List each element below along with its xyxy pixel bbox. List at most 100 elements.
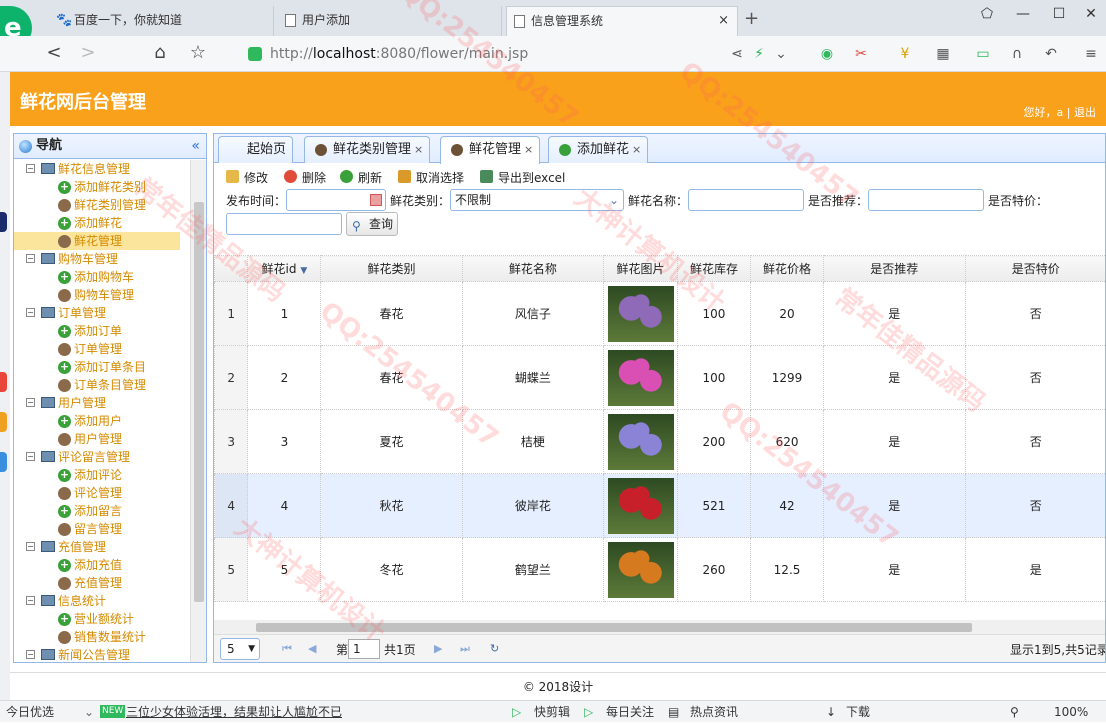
- home-icon[interactable]: ⌂: [148, 42, 172, 63]
- shirt-skin-icon[interactable]: ⬠: [976, 6, 998, 22]
- column-header[interactable]: 鲜花名称: [462, 256, 603, 282]
- nav-group[interactable]: −用户管理: [14, 394, 192, 412]
- nav-item[interactable]: 订单条目管理: [14, 376, 192, 394]
- first-page-icon[interactable]: ⏮: [282, 643, 292, 655]
- side-app-icon[interactable]: [0, 452, 7, 472]
- nav-item[interactable]: +添加鲜花类别: [14, 178, 192, 196]
- main-tab[interactable]: 鲜花类别管理×: [304, 136, 430, 163]
- status-item-hotnews[interactable]: 热点资讯: [690, 701, 738, 723]
- zoom-level[interactable]: 100%: [1054, 701, 1088, 723]
- nav-item[interactable]: 购物车管理: [14, 286, 192, 304]
- main-tab[interactable]: 添加鲜花×: [548, 136, 648, 163]
- nav-item[interactable]: +添加订单条目: [14, 358, 192, 376]
- new-tab-button[interactable]: +: [744, 8, 759, 29]
- nav-item[interactable]: 鲜花类别管理: [14, 196, 192, 214]
- battery-icon[interactable]: ▭: [974, 45, 992, 63]
- column-header[interactable]: 鲜花库存: [677, 256, 750, 282]
- nav-item[interactable]: +营业额统计: [14, 610, 192, 628]
- refresh-button[interactable]: 刷新: [340, 169, 382, 186]
- browser-tab-user-add[interactable]: 用户添加: [278, 6, 502, 36]
- headphones-icon[interactable]: ∩: [1008, 45, 1026, 63]
- column-header[interactable]: 鲜花图片: [604, 256, 678, 282]
- nav-item[interactable]: 留言管理: [14, 520, 192, 538]
- table-row[interactable]: 33夏花桔梗200620是否: [215, 410, 1106, 474]
- nav-item[interactable]: +添加用户: [14, 412, 192, 430]
- headline-link[interactable]: 三位少女体验活埋，结果却让人尴尬不已: [126, 701, 342, 723]
- column-header[interactable]: 鲜花类别: [321, 256, 462, 282]
- nav-group[interactable]: −信息统计: [14, 592, 192, 610]
- apps-grid-icon[interactable]: ▦: [934, 45, 952, 63]
- delete-button[interactable]: 删除: [284, 169, 326, 186]
- nav-group[interactable]: −订单管理: [14, 304, 192, 322]
- last-page-icon[interactable]: ⏭: [460, 643, 470, 655]
- column-header[interactable]: 鲜花id ▼: [248, 256, 321, 282]
- side-app-icon[interactable]: [0, 372, 7, 392]
- tree-toggle-icon[interactable]: −: [26, 398, 35, 407]
- side-app-icon[interactable]: [0, 212, 7, 232]
- nav-item[interactable]: +添加购物车: [14, 268, 192, 286]
- tree-toggle-icon[interactable]: −: [26, 308, 35, 317]
- table-row[interactable]: 22春花蝴蝶兰1001299是否: [215, 346, 1106, 410]
- lightning-icon[interactable]: ⚡: [750, 45, 768, 63]
- chevron-down-icon[interactable]: ⌄: [772, 45, 790, 63]
- browser-tab-info-system[interactable]: 信息管理系统 ×: [506, 6, 738, 36]
- unselect-button[interactable]: 取消选择: [398, 169, 464, 186]
- calendar-icon[interactable]: [370, 194, 382, 206]
- edit-button[interactable]: 修改: [226, 169, 268, 186]
- nav-group[interactable]: −购物车管理: [14, 250, 192, 268]
- close-tab-icon[interactable]: ×: [632, 143, 641, 156]
- star-icon[interactable]: ☆: [186, 42, 210, 63]
- close-tab-icon[interactable]: ×: [414, 143, 423, 156]
- chevron-down-icon[interactable]: ⌄: [609, 190, 619, 210]
- nav-group[interactable]: −充值管理: [14, 538, 192, 556]
- table-row[interactable]: 55冬花鹤望兰26012.5是是: [215, 538, 1106, 602]
- nav-item[interactable]: +添加鲜花: [14, 214, 192, 232]
- nav-group[interactable]: −评论留言管理: [14, 448, 192, 466]
- status-item-daily[interactable]: 每日关注: [606, 701, 654, 723]
- tree-toggle-icon[interactable]: −: [26, 596, 35, 605]
- status-item-download[interactable]: 下载: [846, 701, 870, 723]
- url-input[interactable]: http://localhost:8080/flower/main.jsp: [242, 41, 722, 67]
- table-row[interactable]: 44秋花彼岸花52142是否: [215, 474, 1106, 538]
- nav-item[interactable]: 鲜花管理: [14, 232, 180, 250]
- nav-item[interactable]: +添加订单: [14, 322, 192, 340]
- nav-item[interactable]: 订单管理: [14, 340, 192, 358]
- minimize-icon[interactable]: —: [1012, 6, 1034, 22]
- user-logout-link[interactable]: 您好，a | 退出: [1024, 104, 1096, 120]
- page-size-select[interactable]: 5▼: [220, 638, 260, 660]
- share-icon[interactable]: ⋖: [728, 45, 746, 63]
- nav-group[interactable]: −鲜花信息管理: [14, 160, 192, 178]
- nav-item[interactable]: 评论管理: [14, 484, 192, 502]
- status-item-kuaijianji[interactable]: 快剪辑: [534, 701, 570, 723]
- next-page-icon[interactable]: ▶: [434, 643, 444, 655]
- table-row[interactable]: 11春花风信子10020是否: [215, 282, 1106, 346]
- special-input[interactable]: [226, 213, 342, 235]
- forward-icon[interactable]: >: [76, 42, 100, 63]
- main-tab[interactable]: 起始页: [218, 136, 293, 163]
- nav-scrollbar[interactable]: [190, 160, 206, 663]
- category-select[interactable]: 不限制⌄: [450, 189, 624, 211]
- close-window-icon[interactable]: ✕: [1080, 6, 1102, 22]
- prev-page-icon[interactable]: ◀: [308, 643, 318, 655]
- nav-item[interactable]: 充值管理: [14, 574, 192, 592]
- export-excel-button[interactable]: 导出到excel: [480, 169, 565, 186]
- column-header[interactable]: 是否特价: [965, 256, 1106, 282]
- scrollbar-thumb[interactable]: [194, 202, 204, 602]
- nav-item[interactable]: 销售数量统计: [14, 628, 192, 646]
- tree-toggle-icon[interactable]: −: [26, 542, 35, 551]
- close-tab-icon[interactable]: ×: [524, 143, 533, 156]
- menu-icon[interactable]: ≡: [1082, 45, 1100, 63]
- yen-icon[interactable]: ¥: [896, 45, 914, 63]
- main-tab[interactable]: 鲜花管理×: [440, 136, 540, 164]
- nav-item[interactable]: +添加评论: [14, 466, 192, 484]
- status-left-label[interactable]: 今日优选: [6, 701, 54, 723]
- undo-icon[interactable]: ↶: [1042, 45, 1060, 63]
- tree-toggle-icon[interactable]: −: [26, 164, 35, 173]
- column-header[interactable]: 是否推荐: [824, 256, 965, 282]
- horizontal-scrollbar[interactable]: [214, 620, 1106, 634]
- scrollbar-thumb[interactable]: [256, 623, 972, 632]
- column-header[interactable]: 鲜花价格: [750, 256, 823, 282]
- page-number-input[interactable]: 1: [348, 639, 380, 659]
- flower-name-input[interactable]: [688, 189, 804, 211]
- tree-toggle-icon[interactable]: −: [26, 650, 35, 659]
